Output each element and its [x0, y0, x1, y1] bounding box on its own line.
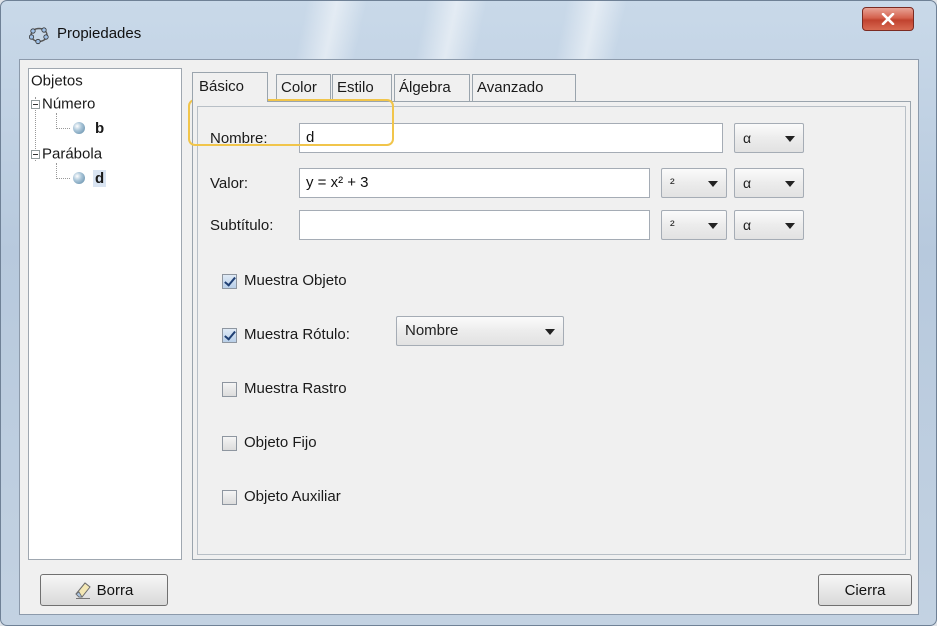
tab-basico[interactable]: Básico [192, 72, 268, 102]
value-highlight-annotation [188, 99, 394, 146]
object-sphere-icon [73, 172, 85, 185]
caption-symbol-dropdown[interactable]: α [734, 210, 804, 240]
tree-group-label: Número [42, 95, 96, 113]
collapse-toggle-icon[interactable] [31, 99, 40, 109]
tree-connector [56, 128, 70, 129]
tree-root-label: Objetos [31, 72, 83, 90]
name-symbol-dropdown[interactable]: α [734, 123, 804, 153]
caption-label: Subtítulo: [210, 217, 274, 234]
tree-connector [56, 178, 70, 179]
show-trace-checkbox[interactable] [222, 382, 237, 397]
tree-connector [56, 113, 57, 129]
aux-object-label: Objeto Auxiliar [244, 488, 341, 505]
eraser-icon [74, 582, 91, 599]
superscript-symbol: ² [670, 217, 675, 233]
close-window-button[interactable] [862, 7, 914, 31]
tab-avanzado[interactable]: Avanzado [472, 74, 576, 101]
properties-window: Propiedades Objetos Número b Parábola d … [0, 0, 937, 626]
delete-button-label: Borra [96, 581, 134, 599]
caption-field[interactable] [299, 210, 650, 240]
aero-glass-streak [554, 1, 628, 59]
close-icon [881, 13, 895, 25]
collapse-toggle-icon[interactable] [31, 149, 40, 159]
aero-glass-streak [294, 1, 368, 59]
chevron-down-icon [785, 181, 795, 187]
show-label-label: Muestra Rótulo: [244, 326, 350, 343]
object-tree[interactable]: Objetos Número b Parábola d [28, 68, 182, 560]
tree-item-label-selected: d [93, 169, 107, 187]
show-object-label: Muestra Objeto [244, 272, 347, 289]
label-mode-dropdown[interactable]: Nombre [396, 316, 564, 346]
superscript-symbol: ² [670, 175, 675, 191]
tab-algebra[interactable]: Álgebra [394, 74, 470, 101]
tab-color[interactable]: Color [276, 74, 331, 101]
tab-panel-basico: Nombre: d α Valor: y = x² + 3 ² α Subtít… [192, 101, 911, 560]
tree-group-label: Parábola [42, 145, 103, 163]
tree-item-d[interactable]: d [73, 169, 107, 187]
chevron-down-icon [785, 136, 795, 142]
value-field[interactable]: y = x² + 3 [299, 168, 650, 198]
alpha-symbol: α [743, 175, 752, 191]
tree-item-b[interactable]: b [73, 119, 106, 137]
alpha-symbol: α [743, 217, 752, 233]
caption-superscript-dropdown[interactable]: ² [661, 210, 727, 240]
label-mode-value: Nombre [405, 322, 459, 339]
tree-connector [56, 163, 57, 179]
chevron-down-icon [708, 181, 718, 187]
show-object-checkbox[interactable] [222, 274, 237, 289]
window-title: Propiedades [57, 25, 142, 42]
chevron-down-icon [708, 223, 718, 229]
value-label: Valor: [210, 175, 249, 192]
title-bar: Propiedades [1, 1, 936, 59]
close-button[interactable]: Cierra [818, 574, 912, 606]
alpha-symbol: α [743, 130, 752, 146]
object-sphere-icon [73, 122, 85, 135]
tree-item-label: b [95, 119, 105, 137]
show-label-checkbox[interactable] [222, 328, 237, 343]
fix-object-label: Objeto Fijo [244, 434, 317, 451]
aero-glass-streak [414, 1, 488, 59]
tree-group-numero[interactable]: Número [31, 95, 95, 113]
tab-estilo[interactable]: Estilo [332, 74, 392, 101]
value-symbol-dropdown[interactable]: α [734, 168, 804, 198]
fix-object-checkbox[interactable] [222, 436, 237, 451]
value-superscript-dropdown[interactable]: ² [661, 168, 727, 198]
delete-button[interactable]: Borra [40, 574, 168, 606]
dialog-body: Objetos Número b Parábola d Básico Color [19, 59, 919, 615]
tree-group-parabola[interactable]: Parábola [31, 145, 102, 163]
aux-object-checkbox[interactable] [222, 490, 237, 505]
chevron-down-icon [545, 329, 555, 335]
tree-root: Objetos [31, 72, 83, 90]
chevron-down-icon [785, 223, 795, 229]
geogebra-app-icon [29, 27, 49, 45]
show-trace-label: Muestra Rastro [244, 380, 347, 397]
